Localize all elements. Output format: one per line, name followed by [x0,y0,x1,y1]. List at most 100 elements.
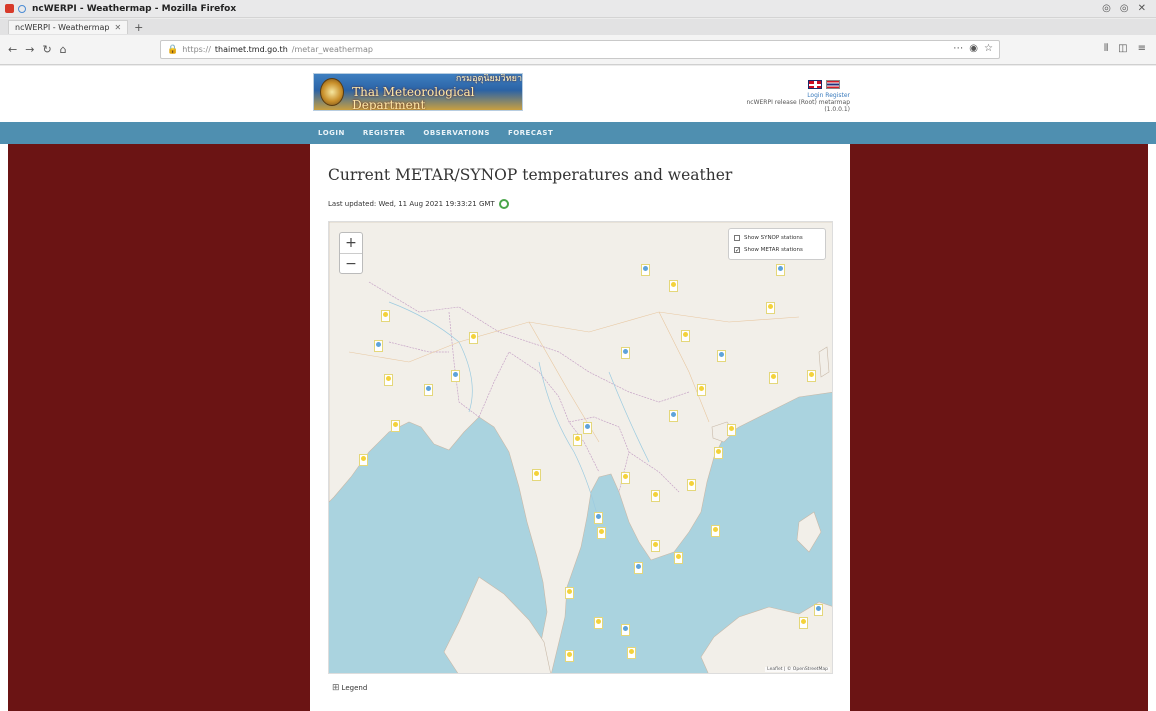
right-margin [1148,144,1156,711]
uk-flag-icon[interactable] [808,80,822,89]
url-tools: ⋯ ◉ ☆ [953,43,993,54]
bookmark-star-icon[interactable]: ☆ [984,43,993,54]
arrow-left-icon[interactable]: ← [8,43,17,56]
station-marker[interactable] [565,587,574,599]
arrow-right-icon[interactable]: → [25,43,34,56]
station-marker[interactable] [597,527,606,539]
zoom-out-button[interactable]: − [340,253,362,273]
station-marker[interactable] [697,384,706,396]
map-attribution[interactable]: Leaflet | © OpenStreetMap [765,667,830,672]
menu-item-observations[interactable]: OBSERVATIONS [423,129,490,137]
maximize-icon[interactable]: ◎ [1120,3,1129,14]
map-legend-toggle[interactable]: ⊞ Legend [332,683,367,693]
station-marker[interactable] [687,479,696,491]
logo-text: กรมอุตุนิยมวิทยา Thai Meteorological Dep… [352,74,522,111]
url-bar[interactable]: 🔒 https://thaimet.tmd.go.th/metar_weathe… [160,40,1000,59]
station-marker[interactable] [374,340,383,352]
weather-map[interactable]: + − Show SYNOP stations ✓ Show METAR sta… [328,221,833,674]
land-sumatra [443,576,551,673]
menu-item-register[interactable]: REGISTER [363,129,406,137]
station-marker[interactable] [583,422,592,434]
sidebar-icon[interactable]: ◫ [1118,43,1127,54]
station-marker[interactable] [807,370,816,382]
station-marker[interactable] [641,264,650,276]
tab-weathermap[interactable]: ncWERPI - Weathermap ✕ [8,20,129,34]
station-marker[interactable] [814,604,823,616]
zoom-in-button[interactable]: + [340,233,362,253]
station-marker[interactable] [381,310,390,322]
metar-layer-row[interactable]: ✓ Show METAR stations [734,244,820,256]
station-marker[interactable] [714,447,723,459]
station-marker[interactable] [776,264,785,276]
menu-item-forecast[interactable]: FORECAST [508,129,553,137]
station-marker[interactable] [621,624,630,636]
right-sidebar-background [850,144,1148,711]
map-basemap [329,222,832,673]
station-marker[interactable] [391,420,400,432]
station-marker[interactable] [594,512,603,524]
station-marker[interactable] [532,469,541,481]
station-marker[interactable] [651,490,660,502]
close-icon[interactable]: ✕ [1138,3,1146,14]
station-marker[interactable] [634,562,643,574]
login-link[interactable]: Login [807,92,823,99]
language-flags [808,80,840,89]
station-marker[interactable] [573,434,582,446]
station-marker[interactable] [424,384,433,396]
library-icon[interactable]: ⫴ [1104,43,1108,54]
station-marker[interactable] [651,540,660,552]
legend-label: Legend [341,684,368,692]
url-path: /metar_weathermap [291,45,373,54]
left-sidebar-background [8,144,310,711]
station-marker[interactable] [469,332,478,344]
site-header: กรมอุตุนิยมวิทยา Thai Meteorological Dep… [0,66,1156,122]
station-marker[interactable] [717,350,726,362]
toolbar-right: ⫴ ◫ ≡ [1104,43,1146,54]
station-marker[interactable] [681,330,690,342]
station-marker[interactable] [674,552,683,564]
station-marker[interactable] [359,454,368,466]
station-marker[interactable] [669,280,678,292]
station-marker[interactable] [669,410,678,422]
station-marker[interactable] [451,370,460,382]
minimize-icon[interactable]: ◎ [1102,3,1111,14]
menu-icon[interactable]: ≡ [1138,43,1146,54]
last-updated: Last updated: Wed, 11 Aug 2021 19:33:21 … [328,199,509,209]
home-icon[interactable]: ⌂ [60,43,67,56]
thai-flag-icon[interactable] [826,80,840,89]
register-link[interactable]: Register [825,92,850,99]
station-marker[interactable] [621,472,630,484]
logo-english: Thai Meteorological Department [352,84,475,111]
tab-close-icon[interactable]: ✕ [114,23,121,32]
station-marker[interactable] [627,647,636,659]
url-prefix: https:// [182,45,211,54]
station-marker[interactable] [799,617,808,629]
page-actions-icon[interactable]: ⋯ [953,43,963,54]
synop-layer-label: Show SYNOP stations [744,235,803,241]
station-marker[interactable] [727,424,736,436]
reload-icon[interactable]: ↻ [42,43,51,56]
synop-checkbox[interactable] [734,235,740,241]
station-marker[interactable] [769,372,778,384]
auth-links: Login Register [798,92,850,99]
station-marker[interactable] [711,525,720,537]
last-updated-text: Last updated: Wed, 11 Aug 2021 19:33:21 … [328,200,495,208]
metar-checkbox[interactable]: ✓ [734,247,740,254]
station-marker[interactable] [621,347,630,359]
firefox-icon [5,4,14,13]
refresh-icon[interactable] [498,199,509,209]
navigation-bar: ← → ↻ ⌂ 🔒 https://thaimet.tmd.go.th/meta… [0,35,1156,65]
page-title: Current METAR/SYNOP temperatures and wea… [328,166,733,184]
tmd-logo[interactable]: กรมอุตุนิยมวิทยา Thai Meteorological Dep… [313,73,523,111]
station-marker[interactable] [384,374,393,386]
menu-item-login[interactable]: LOGIN [318,129,345,137]
lock-icon: 🔒 [167,44,179,55]
station-marker[interactable] [766,302,775,314]
synop-layer-row[interactable]: Show SYNOP stations [734,232,820,244]
ring-icon [18,4,26,13]
station-marker[interactable] [565,650,574,662]
new-tab-icon[interactable]: + [134,21,143,34]
station-marker[interactable] [594,617,603,629]
tab-label: ncWERPI - Weathermap [15,23,110,32]
pocket-icon[interactable]: ◉ [969,43,978,54]
